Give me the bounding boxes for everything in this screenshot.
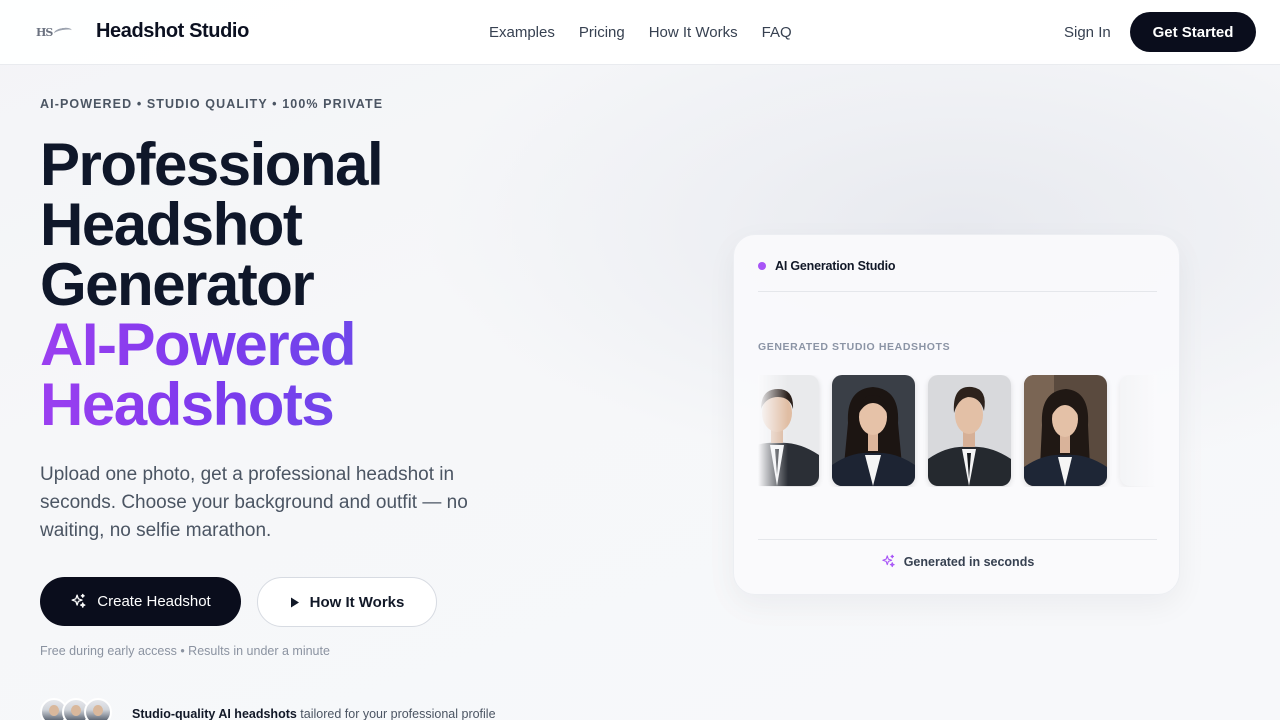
hero-fineprint: Free during early access • Results in un…: [40, 644, 330, 658]
nav-link-pricing[interactable]: Pricing: [579, 24, 625, 41]
nav-link-faq[interactable]: FAQ: [762, 24, 792, 41]
headshot-thumbnail[interactable]: [1024, 375, 1107, 486]
how-it-works-button[interactable]: How It Works: [257, 577, 437, 627]
status-dot: [758, 262, 766, 270]
create-headshot-label: Create Headshot: [97, 593, 211, 610]
social-proof: Studio-quality AI headshots tailored for…: [132, 707, 496, 720]
avatar: [84, 698, 112, 720]
headshot-thumbnail[interactable]: [928, 375, 1011, 486]
get-started-button[interactable]: Get Started: [1130, 12, 1256, 52]
generated-status-text: Generated in seconds: [903, 554, 1035, 569]
create-headshot-button[interactable]: Create Headshot: [40, 577, 241, 626]
hero-headline: Professional Headshot Generator AI-Power…: [40, 131, 384, 435]
headline-line: Headshot: [40, 191, 303, 258]
play-icon: [290, 597, 299, 607]
sparkles-icon: [882, 554, 895, 568]
social-proof-bold: Studio-quality AI headshots: [132, 707, 297, 720]
how-it-works-label: How It Works: [309, 593, 405, 611]
headline-accent-line: AI-Powered: [40, 315, 382, 375]
top-nav: HS Headshot Studio Examples Pricing How …: [0, 0, 1280, 65]
sign-in-link[interactable]: Sign In: [1064, 24, 1111, 41]
social-proof-rest: tailored for your professional profile: [296, 707, 496, 720]
headline-line: Professional: [40, 131, 384, 198]
avatar-stack: [40, 698, 112, 720]
ai-studio-card: AI Generation Studio GENERATED STUDIO HE…: [733, 234, 1180, 595]
studio-card-title: AI Generation Studio: [775, 259, 896, 273]
nav-link-how-it-works[interactable]: How It Works: [649, 24, 738, 41]
headshot-carousel[interactable]: [758, 375, 1157, 487]
logo-icon[interactable]: HS: [36, 22, 73, 42]
nav-link-examples[interactable]: Examples: [489, 24, 555, 41]
divider: [758, 539, 1157, 540]
studio-card-header: AI Generation Studio: [758, 259, 896, 273]
divider: [758, 291, 1157, 292]
sparkles-icon: [71, 593, 86, 608]
generated-headshots-label: GENERATED STUDIO HEADSHOTS: [758, 341, 951, 353]
headline-accent-line: Headshots: [40, 375, 382, 435]
hero-eyebrow: AI-POWERED • STUDIO QUALITY • 100% PRIVA…: [40, 97, 384, 111]
hero-subtext: Upload one photo, get a professional hea…: [40, 464, 468, 541]
nav-links: Examples Pricing How It Works FAQ: [489, 24, 792, 41]
headshot-thumbnail[interactable]: [832, 375, 915, 486]
generated-status: Generated in seconds: [734, 554, 1181, 569]
brand-name[interactable]: Headshot Studio: [96, 20, 249, 43]
headline-line: Generator: [40, 251, 315, 318]
